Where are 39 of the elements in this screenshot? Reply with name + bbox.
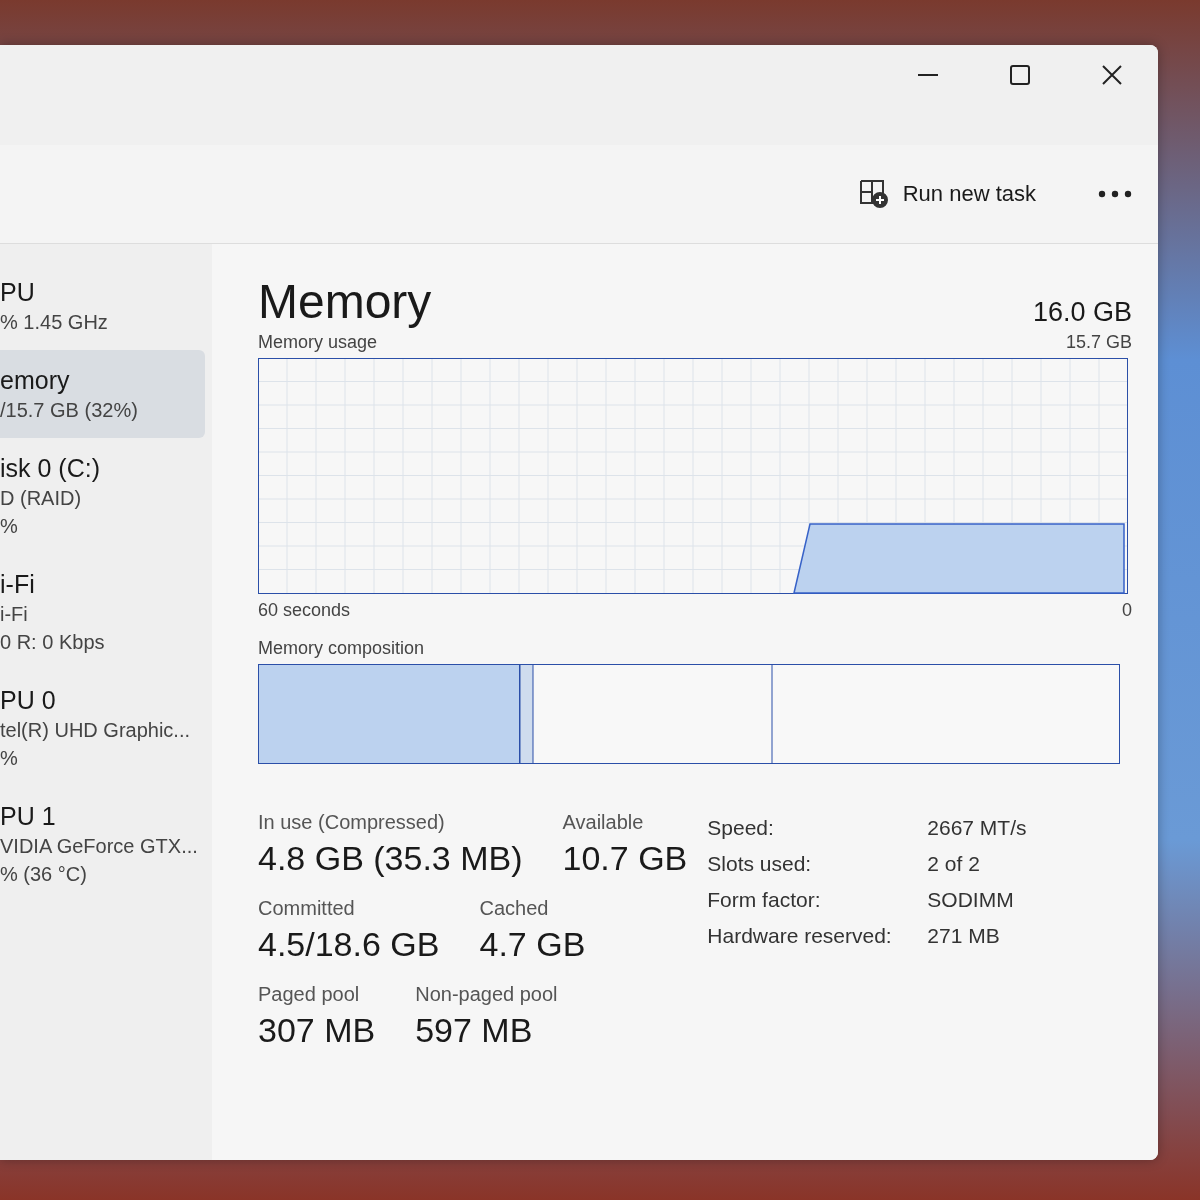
- stat-label: Paged pool: [258, 982, 361, 1007]
- stat-label: Available: [562, 810, 645, 835]
- stat-value: 10.7 GB: [562, 838, 688, 879]
- detail-label: Slots used:: [707, 851, 813, 877]
- detail-value: 2667 MT/s: [927, 815, 1027, 841]
- page-title: Memory: [258, 274, 432, 330]
- detail-value: 2 of 2: [927, 851, 981, 877]
- stat-label: Non-paged pool: [415, 982, 558, 1007]
- sidebar-item[interactable]: emory /15.7 GB (32%): [0, 350, 205, 438]
- detail-label: Speed:: [707, 815, 775, 841]
- stat-label: In use (Compressed): [258, 810, 446, 835]
- stat-value: 4.8 GB (35.3 MB): [258, 838, 523, 879]
- stat-label: Committed: [258, 896, 356, 921]
- stat-value: 307 MB: [258, 1010, 376, 1051]
- detail-value: SODIMM: [927, 887, 1015, 913]
- detail-label: Hardware reserved:: [707, 923, 893, 949]
- composition-label: Memory composition: [258, 637, 426, 660]
- sidebar-item[interactable]: PU % 1.45 GHz: [0, 262, 205, 350]
- close-icon: [1100, 63, 1124, 87]
- run-new-task-button[interactable]: Run new task: [852, 173, 1042, 215]
- time-span-label: 60 seconds: [258, 599, 351, 622]
- detail-value: 271 MB: [927, 923, 1001, 949]
- grid-plus-icon: [858, 179, 889, 209]
- total-memory: 16.0 GB: [1032, 297, 1132, 328]
- graph-label: Memory usage: [258, 331, 378, 354]
- sidebar-item[interactable]: PU 0 tel(R) UHD Graphic... %: [0, 670, 205, 786]
- minimize-icon: [916, 74, 940, 76]
- sidebar-item[interactable]: PU 1 VIDIA GeForce GTX... % (36 °C): [0, 786, 205, 902]
- graph-max-label: 15.7 GB: [1065, 331, 1132, 354]
- stat-label: Cached: [479, 896, 550, 921]
- time-end-label: 0: [1122, 599, 1132, 622]
- stat-value: 4.5/18.6 GB: [258, 924, 440, 965]
- maximize-icon: [1008, 63, 1032, 87]
- sidebar-item[interactable]: isk 0 (C:) D (RAID) %: [0, 438, 205, 554]
- more-icon[interactable]: [1098, 190, 1132, 198]
- sidebar-item[interactable]: i-Fi i-Fi 0 R: 0 Kbps: [0, 554, 205, 670]
- detail-label: Form factor:: [707, 887, 822, 913]
- stat-value: 597 MB: [415, 1010, 534, 1051]
- stat-value: 4.7 GB: [479, 924, 586, 965]
